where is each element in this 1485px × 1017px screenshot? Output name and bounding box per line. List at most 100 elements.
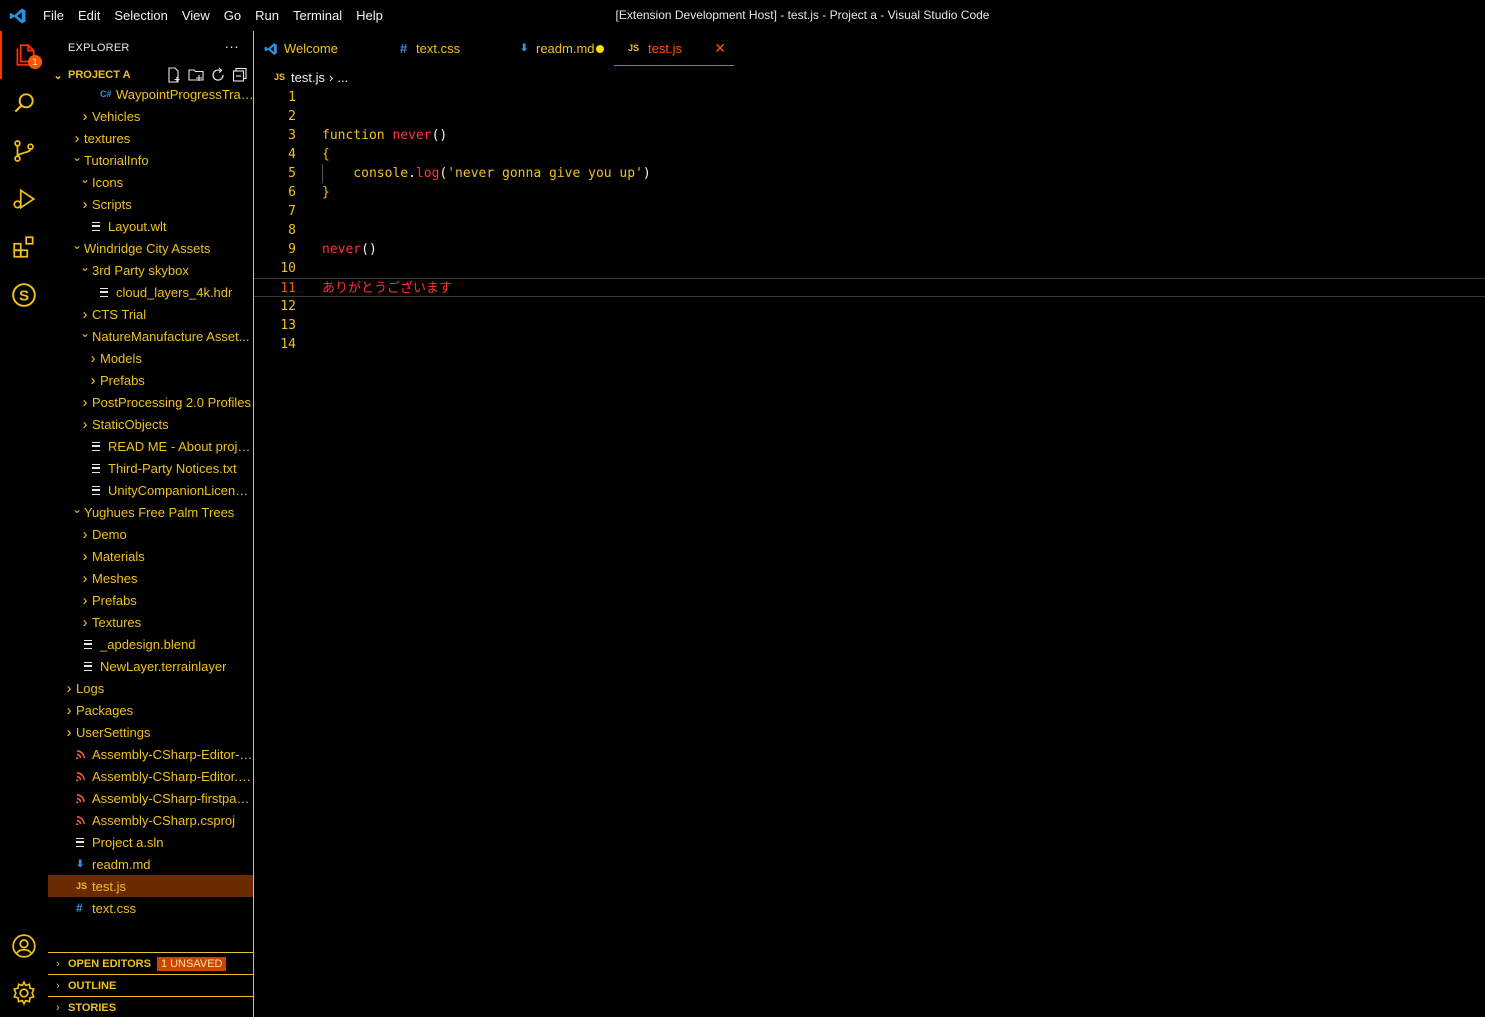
tree-file[interactable]: # text.css <box>48 897 253 919</box>
manage-gear-icon <box>13 980 35 1006</box>
tree-file[interactable]: Assembly-CSharp-firstpass.c... <box>48 787 253 809</box>
tree-folder[interactable]: › Scripts <box>48 193 253 215</box>
explorer-activity-button[interactable]: 1 <box>0 31 48 79</box>
source-control-activity-button[interactable] <box>0 127 48 175</box>
code-line[interactable]: 1 <box>254 88 1485 107</box>
tree-label: TutorialInfo <box>84 152 149 168</box>
tree-folder[interactable]: › UserSettings <box>48 721 253 743</box>
code-line[interactable]: 6} <box>254 183 1485 202</box>
tree-file[interactable]: cloud_layers_4k.hdr <box>48 281 253 303</box>
new-file-icon[interactable] <box>166 67 182 83</box>
menu-terminal[interactable]: Terminal <box>286 0 349 31</box>
tree-file[interactable]: Layout.wlt <box>48 215 253 237</box>
code-line[interactable]: 5 console.log('never gonna give you up') <box>254 164 1485 183</box>
tree-label: Prefabs <box>100 372 145 388</box>
menu-selection[interactable]: Selection <box>107 0 174 31</box>
tree-folder[interactable]: › Packages <box>48 699 253 721</box>
menu-go[interactable]: Go <box>217 0 248 31</box>
unsaved-badge: 1 UNSAVED <box>156 956 227 971</box>
tree-file[interactable]: Assembly-CSharp-Editor.csp... <box>48 765 253 787</box>
tree-folder[interactable]: ⌄ Yughues Free Palm Trees <box>48 501 253 523</box>
unsaved-dot-icon[interactable] <box>596 45 604 53</box>
s-extension-activity-button[interactable]: S <box>0 271 48 319</box>
manage-activity-button[interactable] <box>0 969 48 1017</box>
open-editors-section[interactable]: › OPEN EDITORS 1 UNSAVED <box>48 952 253 974</box>
search-activity-button[interactable] <box>0 79 48 127</box>
tree-folder[interactable]: ⌄ TutorialInfo <box>48 149 253 171</box>
code-line[interactable]: 9 never() <box>254 240 1485 259</box>
close-icon[interactable]: ✕ <box>714 40 726 57</box>
tree-file[interactable]: READ ME - About project... <box>48 435 253 457</box>
tree-folder[interactable]: › StaticObjects <box>48 413 253 435</box>
tree-folder[interactable]: › Materials <box>48 545 253 567</box>
tree-folder[interactable]: › Prefabs <box>48 589 253 611</box>
code-line[interactable]: 10 <box>254 259 1485 278</box>
rss-file-icon <box>76 765 92 787</box>
tree-folder[interactable]: ⌄ 3rd Party skybox <box>48 259 253 281</box>
tree-folder[interactable]: › Logs <box>48 677 253 699</box>
more-actions-icon[interactable]: ··· <box>224 38 239 54</box>
tab-welcome[interactable]: Welcome <box>254 31 376 66</box>
chevron-right-icon: › <box>82 613 88 631</box>
svg-text:S: S <box>19 287 29 304</box>
run-debug-activity-button[interactable] <box>0 175 48 223</box>
tab-readm-md[interactable]: ⬇ readm.md <box>496 31 614 66</box>
tree-file[interactable]: Assembly-CSharp-Editor-firs... <box>48 743 253 765</box>
stories-section[interactable]: › STORIES <box>48 996 253 1017</box>
tree-folder[interactable]: › PostProcessing 2.0 Profiles <box>48 391 253 413</box>
tree-file[interactable]: Assembly-CSharp.csproj <box>48 809 253 831</box>
code-line[interactable]: 13 <box>254 316 1485 335</box>
tree-file[interactable]: C# WaypointProgressTracker... <box>48 83 253 105</box>
tree-file[interactable]: Project a.sln <box>48 831 253 853</box>
menu-run[interactable]: Run <box>248 0 286 31</box>
refresh-icon[interactable] <box>210 67 226 83</box>
tree-folder[interactable]: ⌄ Icons <box>48 171 253 193</box>
menu-edit[interactable]: Edit <box>71 0 107 31</box>
chevron-right-icon: › <box>328 69 334 85</box>
tree-folder[interactable]: › Demo <box>48 523 253 545</box>
code-line[interactable]: 7 <box>254 202 1485 221</box>
code-line[interactable]: 4{ <box>254 145 1485 164</box>
tree-file[interactable]: JS test.js <box>48 875 253 897</box>
tree-folder[interactable]: ⌄ NatureManufacture Asset... <box>48 325 253 347</box>
code-line[interactable]: 2 <box>254 107 1485 126</box>
tree-folder[interactable]: › Textures <box>48 611 253 633</box>
tree-folder[interactable]: › Models <box>48 347 253 369</box>
account-activity-button[interactable] <box>0 922 48 970</box>
tree-folder[interactable]: › textures <box>48 127 253 149</box>
tree-folder[interactable]: › Meshes <box>48 567 253 589</box>
tree-folder[interactable]: › Vehicles <box>48 105 253 127</box>
extensions-activity-button[interactable] <box>0 223 48 271</box>
tree-file[interactable]: UnityCompanionLicense_... <box>48 479 253 501</box>
tree-folder[interactable]: ⌄ Windridge City Assets <box>48 237 253 259</box>
code-line[interactable]: 3 function never() <box>254 126 1485 145</box>
menu-help[interactable]: Help <box>349 0 390 31</box>
breadcrumb-symbol[interactable]: ... <box>337 70 348 85</box>
code-text: console.log('never gonna give you up') <box>322 164 650 183</box>
tree-file[interactable]: NewLayer.terrainlayer <box>48 655 253 677</box>
breadcrumb-file[interactable]: test.js <box>291 70 325 85</box>
outline-section[interactable]: › OUTLINE <box>48 974 253 996</box>
code-line[interactable]: 8 <box>254 221 1485 240</box>
tree-label: 3rd Party skybox <box>92 262 189 278</box>
tree-folder[interactable]: › CTS Trial <box>48 303 253 325</box>
tree-file[interactable]: ⬇ readm.md <box>48 853 253 875</box>
collapse-all-icon[interactable] <box>232 67 248 83</box>
tree-file[interactable]: _apdesign.blend <box>48 633 253 655</box>
tree-file[interactable]: Third-Party Notices.txt <box>48 457 253 479</box>
code-line[interactable]: 14 <box>254 335 1485 354</box>
code-editor[interactable]: 1 2 3 function never() 4{5 console.log('neve… <box>254 88 1485 1017</box>
new-folder-icon[interactable] <box>188 67 204 83</box>
project-folder-header[interactable]: ⌄ PROJECT A <box>48 64 253 86</box>
tree-folder[interactable]: › Prefabs <box>48 369 253 391</box>
code-token: { <box>322 147 330 162</box>
menu-file[interactable]: File <box>36 0 71 31</box>
menu-view[interactable]: View <box>175 0 217 31</box>
tab-text-css[interactable]: # text.css <box>376 31 496 66</box>
code-line[interactable]: 12 <box>254 297 1485 316</box>
tab-test-js[interactable]: JS test.js ✕ <box>614 31 734 66</box>
code-line[interactable]: 11 ありがとうございます <box>254 278 1485 297</box>
chevron-right-icon: › <box>82 305 88 323</box>
